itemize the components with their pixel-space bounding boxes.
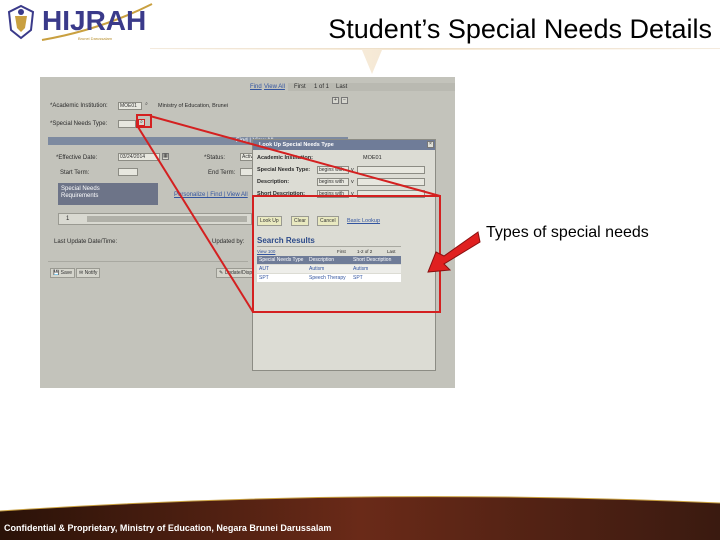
first-label: First [294, 84, 306, 90]
column-header[interactable]: Special Needs Type [259, 256, 307, 264]
results-divider [257, 246, 401, 247]
divider [48, 261, 248, 262]
results-header: Special Needs Type Description Short Des… [257, 256, 401, 264]
popup-short-description-label: Short Description: [257, 191, 305, 197]
add-row-icon[interactable]: + [332, 97, 339, 104]
grid-row-number: 1 [66, 216, 70, 222]
popup-title-bar: Look Up Special Needs Type × [253, 140, 435, 150]
basic-lookup-link[interactable]: Basic Lookup [347, 218, 380, 225]
peoplesoft-screenshot: Find View All First 1 of 1 Last + − *Aca… [40, 77, 455, 388]
results-range: 1-2 of 2 [357, 249, 373, 254]
academic-institution-input[interactable]: MOE01 [118, 102, 142, 110]
find-link[interactable]: Find [250, 84, 262, 91]
start-term-label: Start Term: [60, 170, 90, 176]
dropdown-arrow-icon: v [351, 179, 354, 185]
effective-date-input[interactable]: 03/24/2014 [118, 153, 160, 161]
description-operator[interactable]: begins with [317, 178, 349, 186]
notify-button[interactable]: ✉ Notify [76, 268, 101, 278]
special-needs-lookup-icon[interactable]: ⌕ [138, 119, 145, 126]
title-band [150, 48, 720, 74]
effective-date-label: *Effective Date: [56, 155, 98, 161]
hijrah-logo: HIJRAH Brunei Darussalam [0, 0, 153, 46]
lookup-icon[interactable]: ⌕ [143, 102, 150, 109]
grid-scroll[interactable] [87, 216, 247, 222]
search-results-title: Search Results [257, 236, 315, 245]
lookup-popup: Look Up Special Needs Type × Academic In… [252, 139, 436, 371]
results-first: First [337, 249, 346, 254]
short-description-operator[interactable]: begins with [317, 190, 349, 198]
popup-special-needs-type-input[interactable] [357, 166, 425, 174]
close-icon[interactable]: × [427, 141, 434, 148]
slide-title: Student’s Special Needs Details [328, 14, 712, 44]
lookup-button[interactable]: Look Up [257, 216, 282, 226]
grid-links[interactable]: Personalize | Find | View All [174, 192, 248, 199]
table-row[interactable]: AUT Autism Autism [257, 265, 401, 273]
last-update-label: Last Update Date/Time: [54, 239, 118, 245]
start-term-input[interactable] [118, 168, 138, 176]
range-label: 1 of 1 [314, 84, 330, 90]
column-header[interactable]: Description [309, 256, 351, 264]
callout-label: Types of special needs [486, 224, 649, 241]
cell-type[interactable]: SPT [259, 274, 269, 282]
footer-text: Confidential & Proprietary, Ministry of … [4, 523, 332, 533]
last-label: Last [336, 84, 348, 90]
special-needs-type-input[interactable] [118, 120, 136, 128]
dropdown-arrow-icon: v [351, 167, 354, 173]
view-all-link[interactable]: View All [264, 84, 285, 91]
popup-academic-institution-value: MOE01 [363, 155, 382, 161]
popup-academic-institution-label: Academic Institution: [257, 155, 313, 161]
results-last: Last [387, 249, 396, 254]
popup-description-input[interactable] [357, 178, 425, 186]
delete-row-icon[interactable]: − [341, 97, 348, 104]
status-label: *Status: [204, 155, 226, 161]
cell-short-description[interactable]: SPT [353, 274, 363, 282]
cell-short-description[interactable]: Autism [353, 265, 368, 273]
cell-type[interactable]: AUT [259, 265, 269, 273]
updated-by-label: Updated by: [212, 239, 245, 245]
end-term-label: End Term: [208, 170, 236, 176]
dropdown-arrow-icon: v [351, 191, 354, 197]
clear-button[interactable]: Clear [291, 216, 309, 226]
special-needs-type-operator[interactable]: begins with [317, 166, 349, 174]
save-button-label: Save [60, 270, 73, 276]
cell-description[interactable]: Autism [309, 265, 324, 273]
popup-special-needs-type-label: Special Needs Type: [257, 167, 311, 173]
cell-description[interactable]: Speech Therapy [309, 274, 346, 282]
notify-button-label: Notify [84, 270, 98, 276]
academic-institution-label: *Academic Institution: [50, 103, 108, 109]
view-100-link[interactable]: View 100 [257, 248, 275, 255]
logo-tagline: Brunei Darussalam [78, 36, 113, 41]
special-needs-type-label: *Special Needs Type: [50, 121, 108, 127]
popup-description-label: Description: [257, 179, 290, 185]
logo-text: HIJRAH [42, 5, 147, 36]
popup-short-description-input[interactable] [357, 190, 425, 198]
cancel-button[interactable]: Cancel [317, 216, 339, 226]
grid-header: Special Needs Requirements [61, 186, 100, 199]
academic-institution-desc: Ministry of Education, Brunei [158, 103, 229, 109]
column-header[interactable]: Short Description [353, 256, 399, 264]
save-button[interactable]: 💾 Save [50, 268, 76, 278]
crest-icon [7, 4, 35, 40]
calendar-icon[interactable]: ▦ [162, 153, 169, 160]
grid-row: 1 [58, 213, 252, 225]
table-row[interactable]: SPT Speech Therapy SPT [257, 274, 401, 282]
popup-title: Look Up Special Needs Type [259, 142, 334, 148]
